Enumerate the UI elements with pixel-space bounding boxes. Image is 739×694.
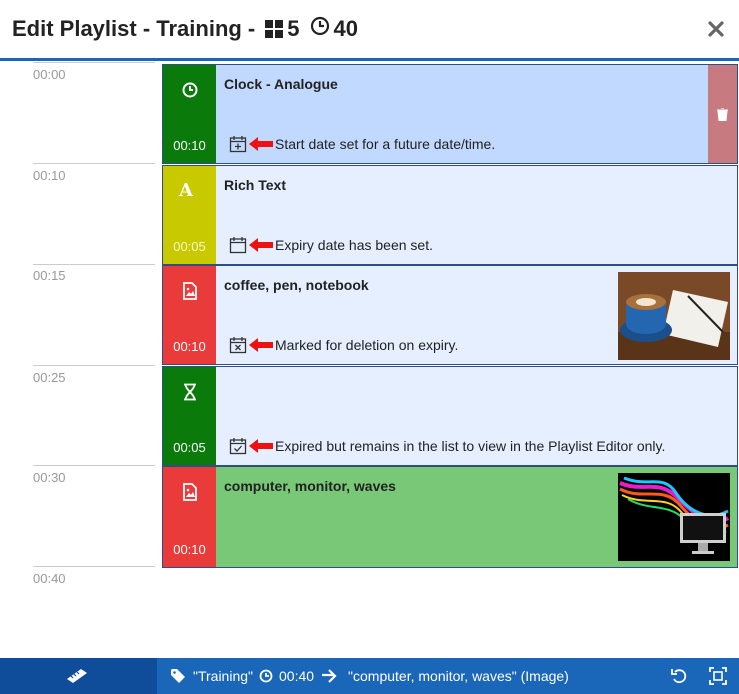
item-type-bar: A 00:05 (163, 166, 216, 264)
item-name: Rich Text (224, 177, 286, 193)
fit-screen-icon (709, 667, 727, 685)
item-thumbnail (618, 272, 730, 360)
clock-icon (181, 81, 199, 99)
playlist-item[interactable]: 00:10 Clock - Analogue Start date set fo… (162, 64, 738, 164)
time-mark (33, 163, 155, 164)
item-count: 5 (287, 16, 300, 41)
arrow-left-icon (249, 338, 273, 352)
time-label: 00:10 (33, 168, 66, 183)
item-note-text: Expired but remains in the list to view … (275, 438, 666, 454)
ruler-icon[interactable] (66, 668, 88, 684)
close-icon[interactable] (705, 18, 727, 40)
item-note: Marked for deletion on expiry. (229, 336, 458, 354)
ruler-panel[interactable] (0, 658, 157, 694)
item-note-text: Expiry date has been set. (275, 237, 433, 253)
calendar-plus-icon (229, 136, 247, 153)
time-mark (33, 465, 155, 466)
item-note: Start date set for a future date/time. (229, 135, 495, 153)
arrow-left-icon (249, 137, 273, 151)
item-note: Expiry date has been set. (229, 236, 433, 254)
item-type-bar: 00:05 (163, 367, 216, 465)
status-current-item: "computer, monitor, waves" (Image) (348, 668, 569, 684)
playlist-timeline[interactable]: 00:00 00:10 00:15 00:25 00:30 00:40 00:1… (0, 61, 739, 658)
arrow-right-icon (322, 669, 337, 683)
item-note-text: Start date set for a future date/time. (275, 136, 496, 152)
status-duration: 00:40 (279, 668, 315, 684)
fit-view-button[interactable] (709, 667, 727, 685)
undo-icon (671, 669, 687, 684)
image-icon (181, 282, 199, 300)
playlist-item[interactable]: 00:10 coffee, pen, notebook Marked for d… (162, 265, 738, 365)
time-label: 00:15 (33, 268, 66, 283)
item-thumbnail (618, 473, 730, 561)
trash-icon (717, 108, 728, 121)
status-text: "Training" 00:40 "computer, monitor, wav… (171, 668, 575, 684)
time-label: 00:30 (33, 470, 66, 485)
time-mark (33, 264, 155, 265)
item-duration: 00:10 (173, 542, 206, 557)
title-text: Edit Playlist - Training - (12, 16, 256, 41)
hourglass-icon (181, 383, 199, 401)
status-playlist: "Training" (193, 668, 253, 684)
time-mark (33, 566, 155, 567)
time-label: 00:25 (33, 370, 66, 385)
item-note-text: Marked for deletion on expiry. (275, 337, 459, 353)
dialog-header: Edit Playlist - Training - 5 40 (0, 0, 739, 60)
time-mark (33, 365, 155, 366)
item-note: Expired but remains in the list to view … (229, 437, 665, 455)
item-name: coffee, pen, notebook (224, 277, 369, 293)
item-name: Clock - Analogue (224, 76, 338, 92)
time-label: 00:40 (33, 571, 66, 586)
item-type-bar: 00:10 (163, 65, 216, 163)
undo-button[interactable] (670, 667, 688, 685)
dialog-title: Edit Playlist - Training - 5 40 (12, 16, 358, 42)
widgets-icon (265, 20, 284, 38)
delete-button[interactable] (708, 65, 737, 163)
item-duration: 00:05 (173, 440, 206, 455)
clock-icon (259, 669, 273, 683)
time-mark (33, 62, 155, 63)
tag-icon (171, 669, 185, 683)
calendar-times-icon (229, 337, 247, 354)
item-duration: 00:10 (173, 339, 206, 354)
item-type-bar: 00:10 (163, 467, 216, 567)
clock-icon (310, 16, 330, 42)
time-label: 00:00 (33, 67, 66, 82)
image-icon (181, 483, 199, 501)
arrow-left-icon (249, 238, 273, 252)
playlist-item[interactable]: 00:10 computer, monitor, waves (162, 466, 738, 568)
item-name: computer, monitor, waves (224, 478, 396, 494)
calendar-icon (229, 237, 247, 254)
total-duration: 40 (333, 16, 358, 41)
text-icon: A (179, 180, 193, 201)
item-duration: 00:10 (173, 138, 206, 153)
calendar-check-icon (229, 438, 247, 455)
playlist-item[interactable]: 00:05 Expired but remains in the list to… (162, 366, 738, 466)
playlist-item[interactable]: A 00:05 Rich Text Expiry date has been s… (162, 165, 738, 265)
item-type-bar: 00:10 (163, 266, 216, 364)
arrow-left-icon (249, 439, 273, 453)
status-bar: "Training" 00:40 "computer, monitor, wav… (0, 658, 739, 694)
item-duration: 00:05 (173, 239, 206, 254)
